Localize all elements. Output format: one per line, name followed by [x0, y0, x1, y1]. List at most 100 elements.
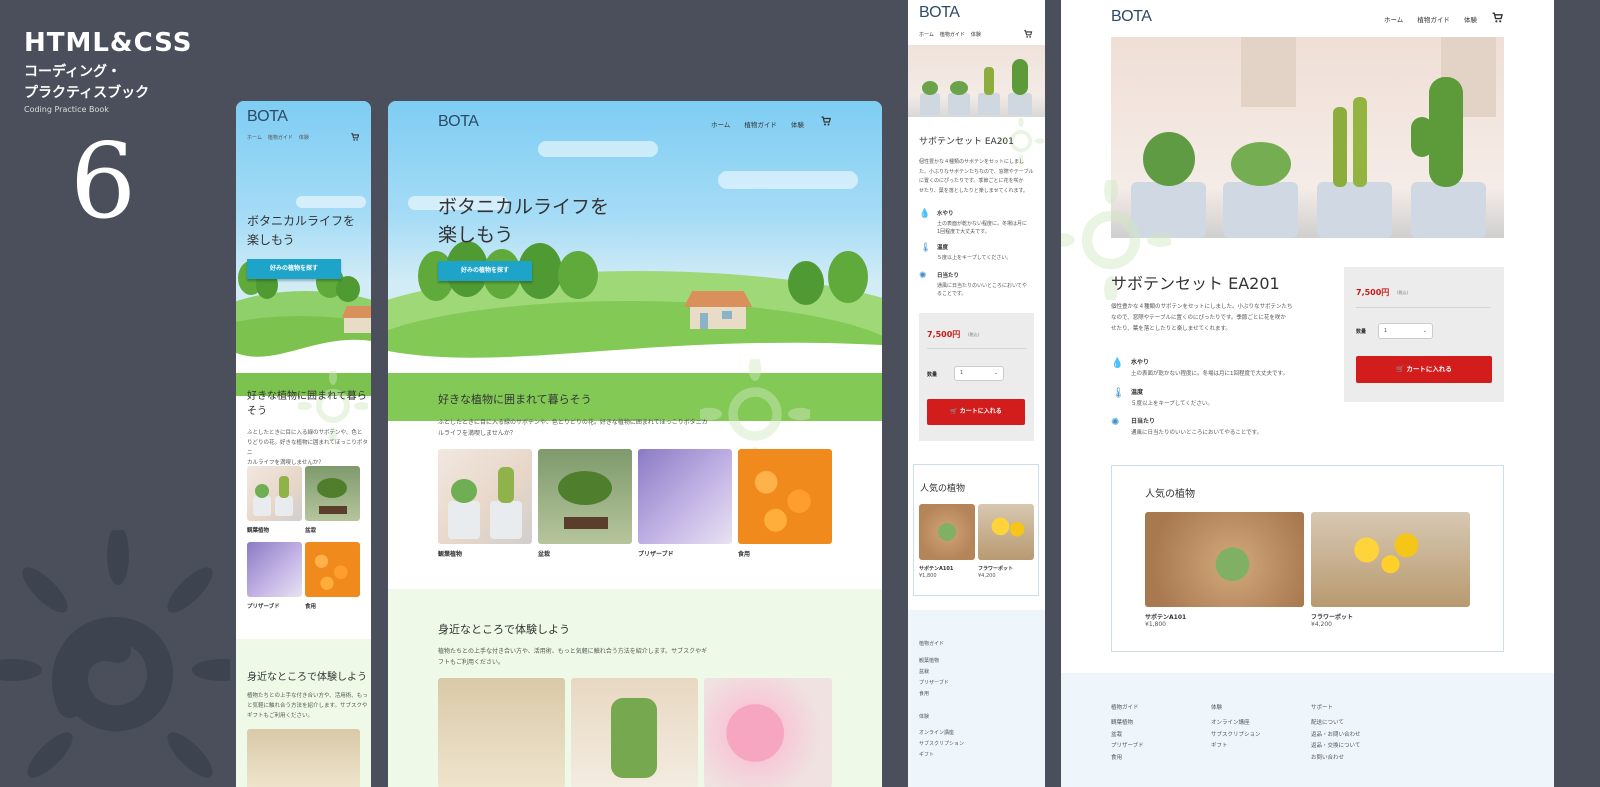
cart-icon: 🛒: [950, 408, 960, 415]
category-photo-preserved[interactable]: [638, 449, 732, 544]
nav-experience[interactable]: 体験: [1464, 14, 1477, 24]
category-label: 盆栽: [305, 528, 317, 534]
popular-name: サボテンA101: [1145, 614, 1187, 621]
popular-name: フラワーポット: [1311, 614, 1354, 621]
house: [690, 305, 746, 329]
price: 7,500円: [927, 330, 961, 339]
product-description: 個性豊かな４種類のサボテンをセットにしました。小ぶりなサボテンたちなので、窓際や…: [919, 159, 1034, 194]
footer-heading: 体験: [1211, 705, 1223, 711]
popular-price: ¥1,800: [1145, 621, 1166, 628]
category-photo-foliage[interactable]: [438, 449, 532, 544]
nav-home[interactable]: ホーム: [711, 119, 730, 129]
nav-experience[interactable]: 体験: [791, 119, 804, 129]
popular-title: 人気の植物: [920, 484, 966, 494]
footer-heading: サポート: [1311, 705, 1334, 711]
quantity-select[interactable]: 1 ⌄: [1378, 323, 1433, 339]
experience-photo[interactable]: [704, 678, 832, 787]
nav-home[interactable]: ホーム: [1384, 14, 1403, 24]
footer-heading: 植物ガイド: [919, 641, 945, 647]
water-drop-icon: 💧: [1111, 358, 1124, 369]
chevron-down-icon: ⌄: [993, 370, 998, 376]
decorative-sun-icon: [0, 530, 230, 778]
nav-experience[interactable]: 体験: [299, 134, 309, 141]
tax-label: (税込): [968, 332, 980, 337]
footer-heading: 体験: [919, 714, 930, 720]
popular-photo[interactable]: [978, 504, 1034, 560]
popular-photo[interactable]: [1145, 512, 1304, 607]
hero-title: ボタニカルライフを 楽しもう: [247, 214, 356, 247]
category-photo-edible[interactable]: [305, 542, 360, 597]
tax-label: (税込): [1397, 290, 1409, 295]
desktop-product-panel: BOTA ホーム 植物ガイド 体験 サボテンセット EA201 個性豊かな４種類…: [1061, 0, 1554, 787]
popular-price: ¥4,200: [1311, 621, 1332, 628]
category-photo-bonsai[interactable]: [538, 449, 632, 544]
find-plants-button[interactable]: 好みの植物を探す: [438, 261, 532, 281]
cart-icon[interactable]: [1023, 29, 1033, 39]
category-photo-bonsai[interactable]: [305, 466, 360, 521]
mobile-nav: ホーム 植物ガイド 体験: [247, 134, 309, 141]
category-photo-foliage[interactable]: [247, 466, 302, 521]
cart-icon: 🛒: [1396, 365, 1407, 373]
cart-icon[interactable]: [820, 115, 832, 127]
experience-photo[interactable]: [247, 729, 360, 787]
cover-number: 6: [70, 120, 137, 242]
site-logo[interactable]: BOTA: [919, 4, 960, 22]
site-logo[interactable]: BOTA: [247, 108, 288, 126]
thermometer-icon: 🌡: [1112, 388, 1125, 399]
popular-photo[interactable]: [1311, 512, 1470, 607]
category-label: 観葉植物: [438, 551, 463, 558]
section2-title: 身近なところで体験しよう: [247, 672, 367, 683]
popular-photo[interactable]: [919, 504, 975, 560]
footer-heading: 植物ガイド: [1111, 705, 1139, 711]
cart-icon[interactable]: [350, 132, 360, 142]
add-to-cart-button[interactable]: 🛒 カートに入れる: [927, 399, 1025, 425]
experience-photo[interactable]: [438, 678, 565, 787]
footer-links: オンライン講座 サブスクリプション ギフト: [919, 730, 965, 758]
footer-links: 観葉植物 盆栽 プリザーブド 食用: [919, 658, 949, 697]
care-text: 土の表面が乾かない程度に。冬場は月に1回程度で大丈夫です。: [937, 221, 1028, 235]
section1-text: ふとしたときに目に入る緑のサボテンや、色とりどりの花。好きな植物に囲まれてほっこ…: [438, 419, 708, 437]
quantity-label: 数量: [1356, 329, 1367, 335]
quantity-select[interactable]: 1 ⌄: [954, 366, 1004, 381]
category-photo-preserved[interactable]: [247, 542, 302, 597]
site-logo[interactable]: BOTA: [1111, 8, 1152, 26]
product-title: サボテンセット EA201: [1111, 274, 1280, 293]
section1-text: ふとしたときに目に入る緑のサボテンや、色とりどりの花。好きな植物に囲まれてほっこ…: [247, 430, 368, 466]
sun-icon: ✺: [919, 271, 927, 281]
nav-home[interactable]: ホーム: [919, 31, 934, 38]
popular-price: ¥4,200: [978, 573, 996, 579]
price: 7,500円: [1356, 288, 1390, 297]
add-to-cart-button[interactable]: 🛒 カートに入れる: [1356, 356, 1492, 383]
site-logo[interactable]: BOTA: [438, 113, 479, 131]
hero-title: ボタニカルライフを 楽しもう: [438, 196, 610, 246]
care-text: 土の表面が乾かない程度に。冬場は月に1回程度で大丈夫です。: [1131, 371, 1288, 377]
popular-title: 人気の植物: [1145, 489, 1195, 500]
popular-name: サボテンA101: [919, 566, 954, 572]
nav-guide[interactable]: 植物ガイド: [1417, 14, 1450, 24]
experience-photo[interactable]: [571, 678, 698, 787]
nav-guide[interactable]: 植物ガイド: [744, 119, 777, 129]
category-photo-edible[interactable]: [738, 449, 832, 544]
desktop-home-panel: BOTA ホーム 植物ガイド 体験 ボタニカルライフを 楽しもう 好みの植物を探す…: [388, 101, 882, 787]
care-title: 温度: [937, 245, 949, 251]
footer-links: オンライン講座 サブスクリプション ギフト: [1211, 720, 1261, 749]
care-title: 水やり: [1131, 359, 1150, 366]
nav-experience[interactable]: 体験: [971, 31, 981, 38]
nav-guide[interactable]: 植物ガイド: [268, 134, 293, 141]
mobile-nav: ホーム 植物ガイド 体験: [919, 31, 981, 38]
footer-links: 配送について 返品・お問い合わせ 返品・交換について お問い合わせ: [1311, 720, 1361, 761]
cart-icon[interactable]: [1491, 11, 1504, 24]
category-label: プリザーブド: [638, 551, 674, 558]
thermometer-icon: 🌡: [920, 243, 932, 253]
find-plants-button[interactable]: 好みの植物を探す: [247, 259, 341, 279]
category-label: 観葉植物: [247, 528, 270, 534]
care-title: 日当たり: [1131, 418, 1156, 425]
category-label: 食用: [738, 551, 751, 558]
care-text: ５度以上をキープしてください。: [1131, 401, 1213, 407]
product-photo: [908, 45, 1045, 117]
nav-home[interactable]: ホーム: [247, 134, 262, 141]
category-label: 盆栽: [538, 551, 551, 558]
nav-guide[interactable]: 植物ガイド: [940, 31, 965, 38]
care-title: 温度: [1131, 389, 1144, 396]
section1-title: 好きな植物に囲まれて暮らそう: [438, 393, 592, 406]
